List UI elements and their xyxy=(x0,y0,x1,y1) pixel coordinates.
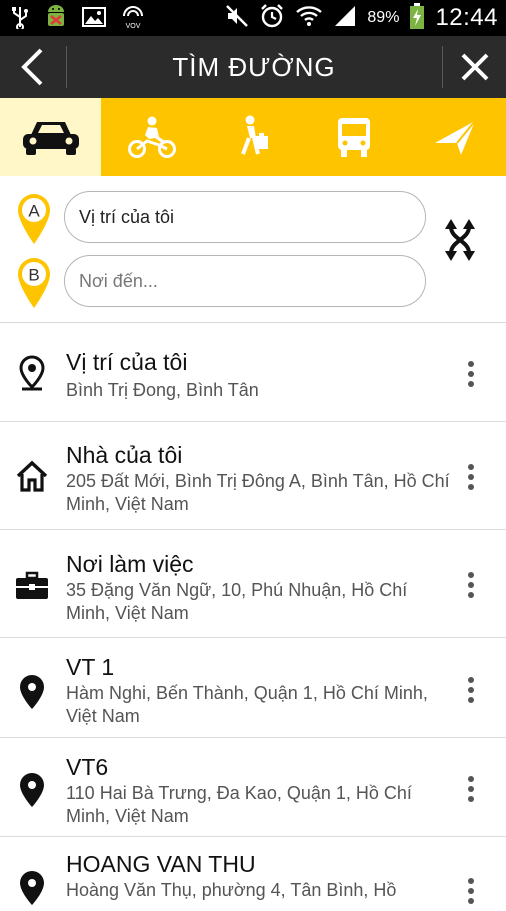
more-vertical-icon xyxy=(468,572,474,598)
mode-navigate-tab[interactable] xyxy=(405,98,506,176)
android-icon xyxy=(44,4,68,35)
more-options-button[interactable] xyxy=(456,356,486,392)
back-button[interactable] xyxy=(0,36,64,98)
start-pin-icon: A xyxy=(16,192,52,248)
destination-input[interactable]: Nơi đến... xyxy=(64,255,426,307)
more-options-button[interactable] xyxy=(456,771,486,807)
home-icon xyxy=(14,458,50,494)
signal-icon xyxy=(333,4,357,33)
bus-icon xyxy=(338,118,371,157)
place-address: 35 Đặng Văn Ngữ, 10, Phú Nhuận, Hồ Chí M… xyxy=(66,580,408,623)
swap-icon xyxy=(445,219,475,261)
start-location-input[interactable]: Vị trí của tôi xyxy=(64,191,426,243)
more-options-button[interactable] xyxy=(456,459,486,495)
vov-label: VOV xyxy=(126,23,141,30)
place-address: 205 Đất Mới, Bình Trị Đông A, Bình Tân, … xyxy=(66,471,450,514)
briefcase-icon xyxy=(14,568,50,604)
place-name: Nhà của tôi xyxy=(66,442,183,468)
motorbike-icon xyxy=(127,116,176,158)
navigation-arrow-icon xyxy=(435,120,477,155)
mode-bus-tab[interactable] xyxy=(304,98,405,176)
list-item[interactable]: VT6 110 Hai Bà Trưng, Đa Kao, Quận 1, Hồ… xyxy=(0,738,506,837)
wifi-icon xyxy=(295,4,323,33)
place-name: VT 1 xyxy=(66,654,115,680)
car-icon xyxy=(22,122,79,155)
walk-icon xyxy=(241,115,268,155)
list-item[interactable]: Nơi làm việc 35 Đặng Văn Ngữ, 10, Phú Nh… xyxy=(0,530,506,638)
more-vertical-icon xyxy=(468,878,474,904)
swap-button[interactable] xyxy=(438,216,482,264)
place-name: VT6 xyxy=(66,754,109,780)
more-vertical-icon xyxy=(468,677,474,703)
saved-places-list: Vị trí của tôi Bình Trị Đong, Bình Tân N… xyxy=(0,323,506,911)
place-address: Hàm Nghi, Bến Thành, Quận 1, Hồ Chí Minh… xyxy=(66,683,428,726)
divider xyxy=(66,46,67,88)
start-pin-label: A xyxy=(28,202,40,221)
mute-icon xyxy=(225,4,249,33)
list-item[interactable]: Vị trí của tôi Bình Trị Đong, Bình Tân xyxy=(0,323,506,422)
battery-percent: 89% xyxy=(367,9,400,26)
usb-icon xyxy=(10,5,30,34)
more-vertical-icon xyxy=(468,464,474,490)
status-bar: VOV 89% 12:44 xyxy=(0,0,506,36)
end-pin-icon: B xyxy=(16,256,52,312)
list-item[interactable]: VT 1 Hàm Nghi, Bến Thành, Quận 1, Hồ Chí… xyxy=(0,638,506,738)
close-button[interactable] xyxy=(444,36,506,98)
image-icon xyxy=(82,6,106,33)
battery-icon xyxy=(409,2,425,35)
location-target-icon xyxy=(14,355,50,391)
place-name: Nơi làm việc xyxy=(66,551,194,577)
transport-mode-bar xyxy=(0,98,506,176)
more-options-button[interactable] xyxy=(456,672,486,708)
divider xyxy=(442,46,443,88)
chevron-left-icon xyxy=(21,48,43,86)
more-vertical-icon xyxy=(468,361,474,387)
vov-icon: VOV xyxy=(120,4,146,35)
place-name: HOANG VAN THU xyxy=(66,851,256,877)
pin-icon xyxy=(14,674,50,710)
place-address: Bình Trị Đong, Bình Tân xyxy=(66,380,259,400)
page-title: TÌM ĐƯỜNG xyxy=(172,52,336,82)
clock-time: 12:44 xyxy=(435,4,498,31)
mode-walk-tab[interactable] xyxy=(202,98,303,176)
close-icon xyxy=(461,53,489,81)
mode-car-tab[interactable] xyxy=(0,98,102,176)
pin-icon xyxy=(14,870,50,906)
pin-icon xyxy=(14,772,50,808)
mode-motorbike-tab[interactable] xyxy=(101,98,202,176)
route-input-panel: A Vị trí của tôi B Nơi đến... xyxy=(0,176,506,323)
place-address: 110 Hai Bà Trưng, Đa Kao, Quận 1, Hồ Chí… xyxy=(66,783,412,826)
list-item[interactable]: Nhà của tôi 205 Đất Mới, Bình Trị Đông A… xyxy=(0,422,506,530)
more-vertical-icon xyxy=(468,776,474,802)
more-options-button[interactable] xyxy=(456,873,486,909)
place-name: Vị trí của tôi xyxy=(66,349,188,375)
end-pin-label: B xyxy=(28,266,39,285)
place-address: Hoàng Văn Thụ, phường 4, Tân Bình, Hồ xyxy=(66,880,397,900)
alarm-icon xyxy=(259,3,285,34)
title-bar: TÌM ĐƯỜNG xyxy=(0,36,506,98)
more-options-button[interactable] xyxy=(456,567,486,603)
